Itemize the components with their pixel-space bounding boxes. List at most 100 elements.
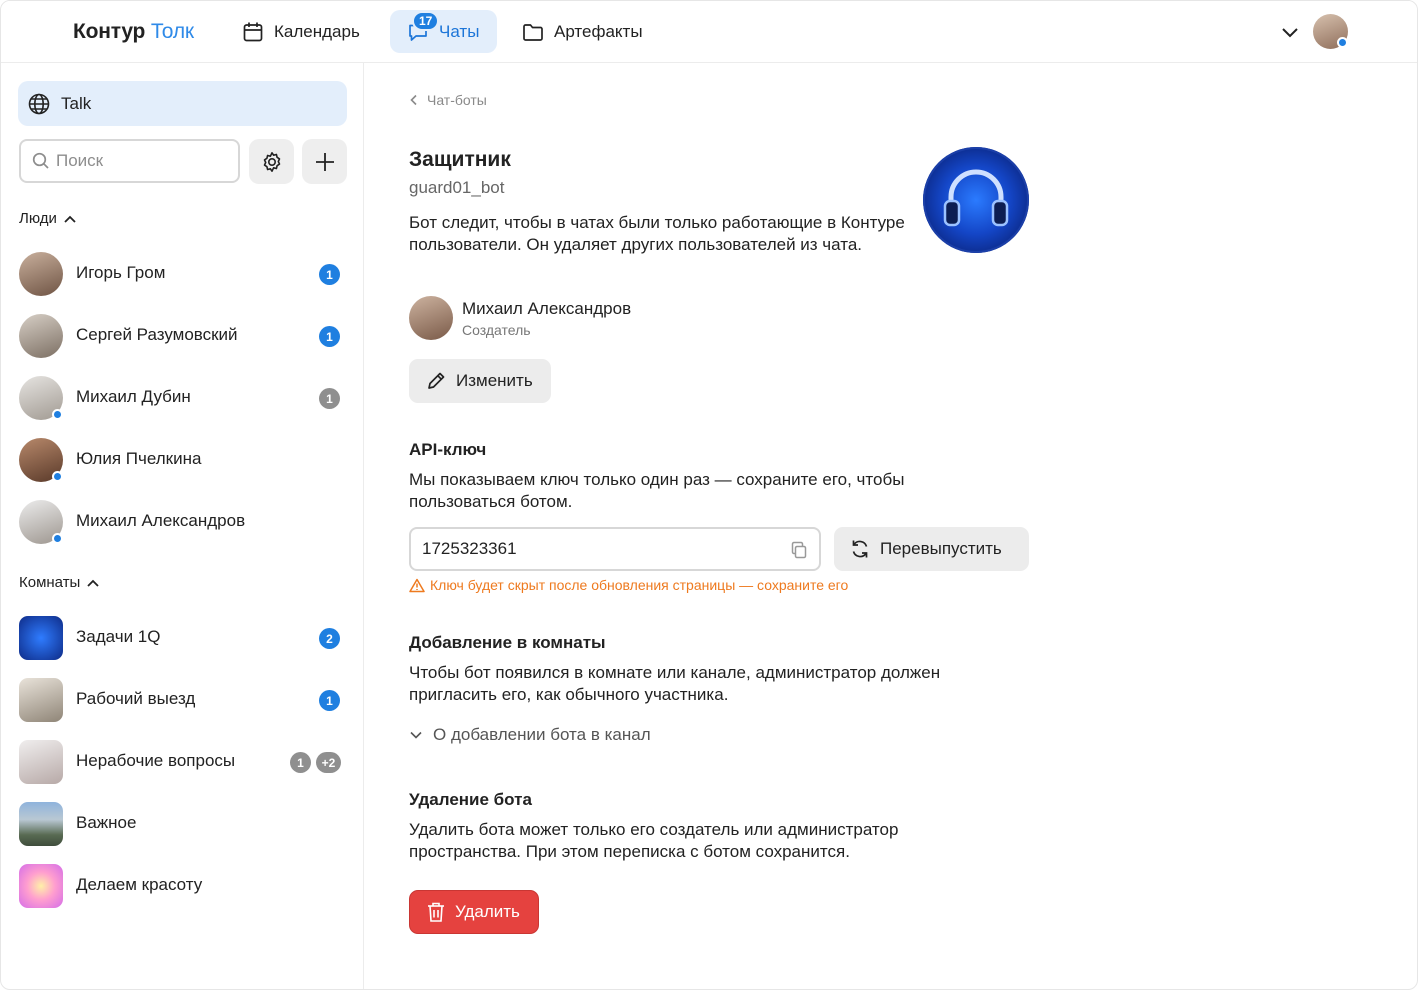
refresh-icon bbox=[852, 540, 868, 558]
headphones-icon bbox=[943, 169, 1009, 227]
contact-avatar bbox=[19, 252, 63, 296]
edit-button-label: Изменить bbox=[456, 371, 533, 390]
plus-icon bbox=[315, 152, 334, 171]
trash-icon bbox=[428, 902, 444, 922]
people-section-title: Люди bbox=[19, 210, 57, 227]
creator-avatar[interactable] bbox=[409, 296, 453, 340]
search-input[interactable] bbox=[56, 151, 226, 171]
extra-count: +2 bbox=[316, 752, 341, 773]
add-bot-to-channel-label: О добавлении бота в канал bbox=[433, 725, 651, 744]
room-avatar bbox=[19, 802, 63, 846]
contact-item[interactable]: Игорь Гром 1 bbox=[1, 248, 363, 304]
rooms-add-title: Добавление в комнаты bbox=[409, 633, 606, 652]
logo[interactable]: Контур Толк bbox=[73, 20, 194, 44]
contact-item[interactable]: Михаил Александров bbox=[1, 496, 363, 552]
unread-count: 1 bbox=[319, 388, 340, 409]
nav-calendar-label: Календарь bbox=[274, 21, 360, 41]
contact-item[interactable]: Сергей Разумовский 1 bbox=[1, 310, 363, 366]
reissue-key-button[interactable]: Перевыпустить bbox=[834, 527, 1029, 571]
add-bot-to-channel-expander[interactable]: О добавлении бота в канал bbox=[409, 725, 651, 745]
api-key-field bbox=[409, 527, 821, 571]
people-section-toggle[interactable]: Люди bbox=[19, 210, 77, 227]
globe-icon bbox=[28, 93, 50, 114]
room-avatar bbox=[19, 740, 63, 784]
gear-icon bbox=[263, 151, 280, 172]
settings-button[interactable] bbox=[249, 139, 294, 184]
logo-part2: Толк bbox=[150, 20, 194, 43]
creator-name[interactable]: Михаил Александров bbox=[462, 299, 631, 319]
room-item[interactable]: Рабочий выезд 1 bbox=[1, 674, 363, 730]
online-indicator bbox=[1337, 37, 1348, 48]
warning-icon bbox=[409, 578, 425, 592]
nav-artifacts[interactable]: Артефакты bbox=[505, 10, 659, 53]
pencil-icon bbox=[428, 372, 445, 389]
calendar-icon bbox=[243, 22, 263, 41]
contact-name: Михаил Александров bbox=[76, 511, 246, 530]
room-item[interactable]: Важное bbox=[1, 798, 363, 854]
online-indicator bbox=[52, 409, 63, 420]
user-avatar[interactable] bbox=[1313, 14, 1348, 49]
bot-title: Защитник bbox=[409, 148, 511, 171]
nav-calendar[interactable]: Календарь bbox=[225, 10, 376, 53]
space-selector[interactable]: Talk bbox=[18, 81, 347, 126]
room-item[interactable]: Нерабочие вопросы 1 +2 bbox=[1, 736, 363, 792]
room-name: Рабочий выезд bbox=[76, 689, 196, 708]
contact-name: Игорь Гром bbox=[76, 263, 166, 282]
edit-button[interactable]: Изменить bbox=[409, 359, 551, 403]
online-indicator bbox=[52, 533, 63, 544]
room-name: Делаем красоту bbox=[76, 875, 203, 894]
copy-icon[interactable] bbox=[789, 540, 809, 560]
delete-bot-label: Удалить bbox=[455, 902, 520, 921]
breadcrumb-label: Чат-боты bbox=[427, 92, 487, 108]
delete-bot-title: Удаление бота bbox=[409, 790, 532, 809]
api-key-input[interactable] bbox=[422, 539, 772, 559]
chats-badge: 17 bbox=[412, 11, 440, 31]
rooms-add-text: Чтобы бот появился в комнате или канале,… bbox=[409, 663, 941, 704]
api-key-title: API-ключ bbox=[409, 440, 487, 459]
sidebar: Talk Люди bbox=[1, 63, 364, 989]
nav-chats[interactable]: 17 Чаты bbox=[390, 10, 497, 53]
unread-count: 1 bbox=[319, 264, 340, 285]
bot-handle: guard01_bot bbox=[409, 178, 505, 197]
breadcrumb-back[interactable]: Чат-боты bbox=[409, 92, 487, 108]
room-item[interactable]: Делаем красоту bbox=[1, 860, 363, 916]
unread-count: 1 bbox=[319, 326, 340, 347]
contact-name: Сергей Разумовский bbox=[76, 325, 238, 344]
room-name: Важное bbox=[76, 813, 137, 832]
contact-item[interactable]: Юлия Пчелкина bbox=[1, 434, 363, 490]
top-bar: Контур Толк Календарь 17 Чаты Артефакты bbox=[1, 1, 1417, 63]
reissue-key-label: Перевыпустить bbox=[880, 539, 1002, 558]
unread-count: 2 bbox=[319, 628, 340, 649]
chevron-up-icon bbox=[64, 215, 76, 223]
nav-chats-label: Чаты bbox=[439, 21, 480, 41]
contact-item[interactable]: Михаил Дубин 1 bbox=[1, 372, 363, 428]
room-name: Нерабочие вопросы bbox=[76, 751, 236, 770]
search-box bbox=[19, 139, 240, 183]
add-button[interactable] bbox=[302, 139, 347, 184]
account-chevron-down-icon[interactable] bbox=[1279, 21, 1301, 43]
bot-details-panel: Чат-боты Защитник guard01_bot Бот следит… bbox=[365, 63, 1417, 989]
logo-part1: Контур bbox=[73, 20, 146, 43]
bot-description: Бот следит, чтобы в чатах были только ра… bbox=[409, 213, 905, 254]
unread-count: 1 bbox=[319, 690, 340, 711]
folder-icon bbox=[523, 23, 543, 41]
rooms-section-toggle[interactable]: Комнаты bbox=[19, 574, 100, 591]
room-avatar bbox=[19, 864, 63, 908]
contact-name: Юлия Пчелкина bbox=[76, 449, 202, 468]
room-avatar bbox=[19, 678, 63, 722]
app-window: Контур Толк Календарь 17 Чаты Артефакты bbox=[0, 0, 1418, 990]
space-name: Talk bbox=[61, 93, 92, 113]
delete-bot-button[interactable]: Удалить bbox=[409, 890, 539, 934]
chevron-left-icon bbox=[410, 94, 417, 106]
contact-avatar bbox=[19, 314, 63, 358]
room-item[interactable]: Задачи 1Q 2 bbox=[1, 612, 363, 668]
creator-role: Создатель bbox=[462, 322, 531, 338]
api-key-text: Мы показываем ключ только один раз — сох… bbox=[409, 470, 905, 511]
api-key-warning: Ключ будет скрыт после обновления страни… bbox=[409, 577, 848, 593]
search-icon bbox=[32, 152, 49, 169]
contact-name: Михаил Дубин bbox=[76, 387, 191, 406]
online-indicator bbox=[52, 471, 63, 482]
nav-artifacts-label: Артефакты bbox=[554, 21, 643, 41]
api-key-warning-text: Ключ будет скрыт после обновления страни… bbox=[430, 577, 849, 593]
chevron-up-icon bbox=[87, 579, 99, 587]
